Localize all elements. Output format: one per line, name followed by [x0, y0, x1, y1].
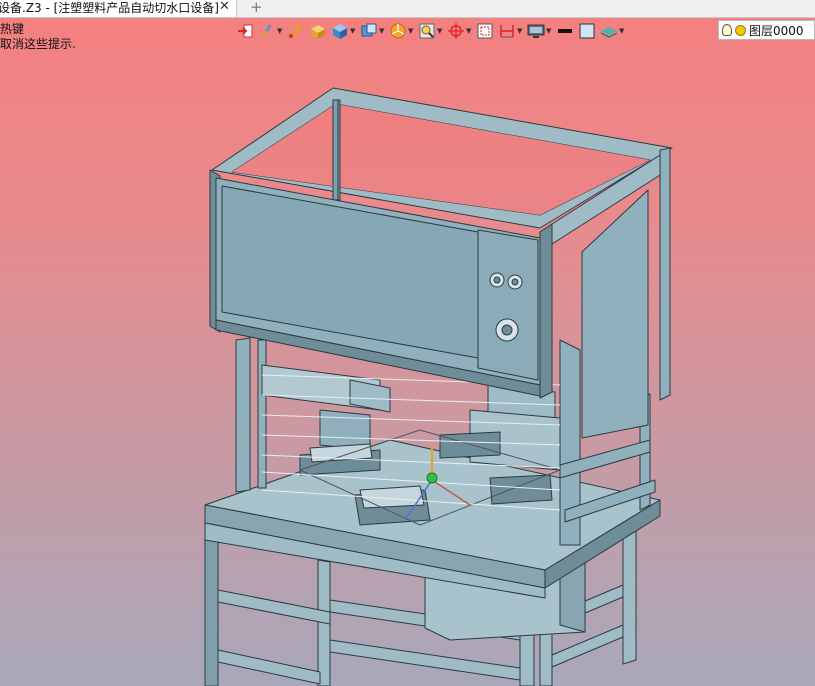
dimension-button[interactable]: ▼ [498, 20, 523, 42]
light-bulb-icon[interactable] [722, 24, 732, 36]
new-tab-icon[interactable]: + [250, 0, 263, 16]
view-toolbar: ▼ ▼ ▼ ▼ ▼ ▼ ▼ ▼ ▼ [236, 19, 625, 43]
layer-selector[interactable]: 图层0000 [718, 20, 815, 40]
line-style-button[interactable] [556, 20, 574, 42]
chevron-down-icon[interactable]: ▼ [379, 27, 385, 35]
chevron-down-icon[interactable]: ▼ [619, 27, 625, 35]
model-viewport[interactable] [0, 44, 815, 686]
zoom-fit-icon [419, 23, 435, 39]
chevron-down-icon[interactable]: ▼ [546, 27, 552, 35]
paint-button[interactable]: ▼ [258, 20, 283, 42]
color-swatch-icon [579, 23, 595, 39]
pan-target-icon [448, 23, 464, 39]
monitor-icon [527, 24, 545, 38]
layer-manager-button[interactable]: ▼ [600, 20, 625, 42]
orange-pie-icon [390, 23, 406, 39]
dimension-icon [500, 25, 514, 38]
shaded-view-button[interactable]: ▼ [331, 20, 356, 42]
layer-state-icon[interactable] [735, 24, 746, 36]
view-orientation-button[interactable]: ▼ [360, 20, 385, 42]
box-color-icon [311, 25, 325, 39]
chevron-down-icon[interactable]: ▼ [517, 27, 523, 35]
blue-cube-icon [333, 24, 347, 39]
hint-line-hotkey: 热键 [0, 22, 25, 36]
section-button[interactable]: ▼ [389, 20, 414, 42]
import-button[interactable] [236, 20, 254, 42]
chevron-down-icon[interactable]: ▼ [466, 27, 472, 35]
frame-select-button[interactable] [476, 20, 494, 42]
layer-name: 图层0000 [749, 23, 804, 38]
pan-button[interactable]: ▼ [447, 20, 472, 42]
close-tab-icon[interactable]: ✕ [219, 0, 230, 14]
chevron-down-icon[interactable]: ▼ [437, 27, 443, 35]
import-arrow-icon [238, 24, 253, 38]
pencil-icon [289, 23, 303, 38]
chevron-down-icon[interactable]: ▼ [277, 27, 283, 35]
chevron-down-icon[interactable]: ▼ [408, 27, 414, 35]
zoom-button[interactable]: ▼ [418, 20, 443, 42]
color-button[interactable] [578, 20, 596, 42]
line-style-icon [558, 29, 572, 33]
layer-stack-icon [600, 27, 618, 38]
display-button[interactable]: ▼ [527, 20, 552, 42]
document-tab[interactable]: 设备.Z3 - [注塑塑料产品自动切水口设备] ✕ [0, 0, 237, 17]
frame-select-icon [477, 23, 493, 39]
document-tab-title: 设备.Z3 - [注塑塑料产品自动切水口设备] [0, 1, 219, 15]
paint-brush-icon [261, 24, 272, 37]
machine-model [204, 87, 673, 686]
tab-bar: 设备.Z3 - [注塑塑料产品自动切水口设备] ✕ + [0, 0, 815, 18]
sketch-button[interactable] [287, 20, 305, 42]
chevron-down-icon[interactable]: ▼ [350, 27, 356, 35]
view-cube-icon [361, 23, 377, 37]
box-color-button[interactable] [309, 20, 327, 42]
